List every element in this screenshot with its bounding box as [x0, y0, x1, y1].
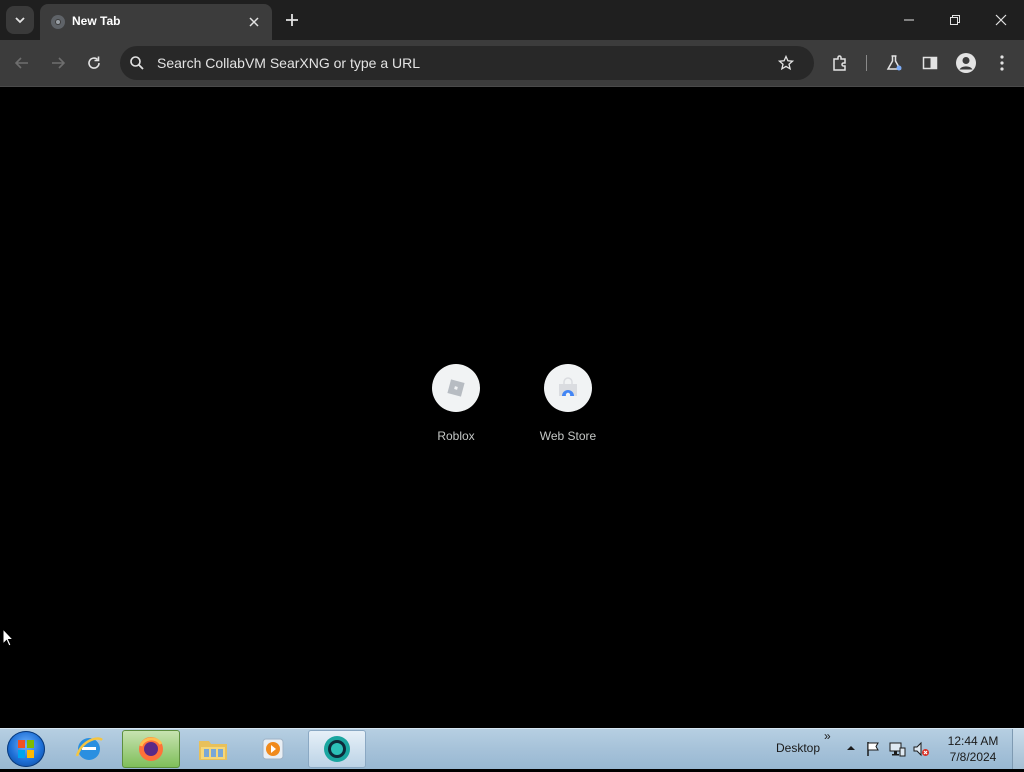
forward-button[interactable]	[44, 49, 72, 77]
new-tab-button[interactable]	[280, 8, 304, 32]
shortcut-icon-container	[544, 364, 592, 412]
show-hidden-icons-icon[interactable]	[846, 743, 856, 753]
volume-muted-icon[interactable]	[912, 740, 930, 758]
show-desktop-button[interactable]	[1012, 729, 1024, 769]
toolbar-overflow-chevron[interactable]: »	[824, 729, 831, 743]
taskbar-chrome[interactable]	[308, 730, 366, 768]
taskbar-firefox[interactable]	[122, 730, 180, 768]
firefox-icon	[139, 737, 163, 761]
search-icon	[130, 56, 144, 70]
extensions-button[interactable]	[826, 49, 854, 77]
file-explorer-icon	[199, 741, 227, 760]
flask-icon	[886, 55, 902, 71]
taskbar-file-explorer[interactable]	[184, 730, 242, 768]
omnibox-placeholder: Search CollabVM SearXNG or type a URL	[157, 55, 420, 71]
windows-taskbar: Desktop » 12:44 AM 7/8/2024	[0, 728, 1024, 769]
arrow-right-icon	[52, 57, 65, 69]
star-icon	[778, 55, 794, 71]
bookmark-star-button[interactable]	[776, 53, 796, 73]
mouse-cursor-icon	[2, 628, 14, 647]
shortcut-web-store[interactable]: Web Store	[520, 364, 616, 454]
minimize-button[interactable]	[886, 0, 932, 40]
taskbar-internet-explorer[interactable]	[60, 730, 118, 768]
profile-button[interactable]	[952, 49, 980, 77]
browser-window: New Tab Search CollabVM SearXNG or type …	[0, 0, 1024, 728]
minimize-icon	[904, 19, 914, 21]
menu-button[interactable]	[988, 49, 1016, 77]
tab-title: New Tab	[72, 14, 121, 28]
omnibox[interactable]: Search CollabVM SearXNG or type a URL	[120, 46, 814, 80]
tab-close-button[interactable]	[244, 12, 264, 32]
shortcut-label: Roblox	[437, 429, 475, 443]
restore-button[interactable]	[932, 0, 978, 40]
start-button[interactable]	[7, 731, 45, 767]
arrow-left-icon	[15, 57, 28, 69]
puzzle-icon	[833, 55, 846, 71]
shortcut-icon-container	[432, 364, 480, 412]
clock-date[interactable]: 7/8/2024	[940, 750, 1006, 764]
plus-icon	[286, 14, 298, 26]
labs-button[interactable]	[880, 49, 908, 77]
tab-strip: New Tab	[0, 0, 1024, 40]
roblox-icon	[447, 379, 465, 397]
chrome-favicon-icon	[51, 15, 65, 29]
more-vert-icon	[1000, 55, 1004, 71]
side-panel-icon	[922, 56, 938, 70]
clock-time[interactable]: 12:44 AM	[940, 734, 1006, 748]
network-icon[interactable]	[888, 740, 906, 758]
reload-button[interactable]	[80, 49, 108, 77]
media-player-icon	[262, 738, 284, 760]
close-icon	[249, 17, 259, 27]
web-store-icon	[559, 377, 577, 398]
taskbar-media-player[interactable]	[244, 730, 302, 768]
back-button[interactable]	[8, 49, 36, 77]
tab-new-tab[interactable]: New Tab	[40, 4, 272, 40]
chrome-icon	[324, 736, 350, 762]
close-icon	[995, 14, 1007, 26]
profile-avatar-icon	[956, 53, 976, 73]
windows-logo-icon	[18, 740, 34, 758]
browser-toolbar: Search CollabVM SearXNG or type a URL	[0, 40, 1024, 87]
action-center-flag-icon[interactable]	[864, 740, 882, 758]
shortcut-roblox[interactable]: Roblox	[408, 364, 504, 454]
toolbar-separator	[866, 55, 867, 71]
desktop-toolbar-label[interactable]: Desktop	[776, 741, 820, 755]
chevron-down-icon	[15, 17, 25, 24]
tab-search-button[interactable]	[6, 6, 34, 34]
reload-icon	[88, 56, 100, 69]
restore-icon	[950, 15, 960, 25]
internet-explorer-icon	[75, 737, 103, 760]
window-close-button[interactable]	[978, 0, 1024, 40]
side-panel-button[interactable]	[916, 49, 944, 77]
shortcut-label: Web Store	[539, 429, 597, 443]
